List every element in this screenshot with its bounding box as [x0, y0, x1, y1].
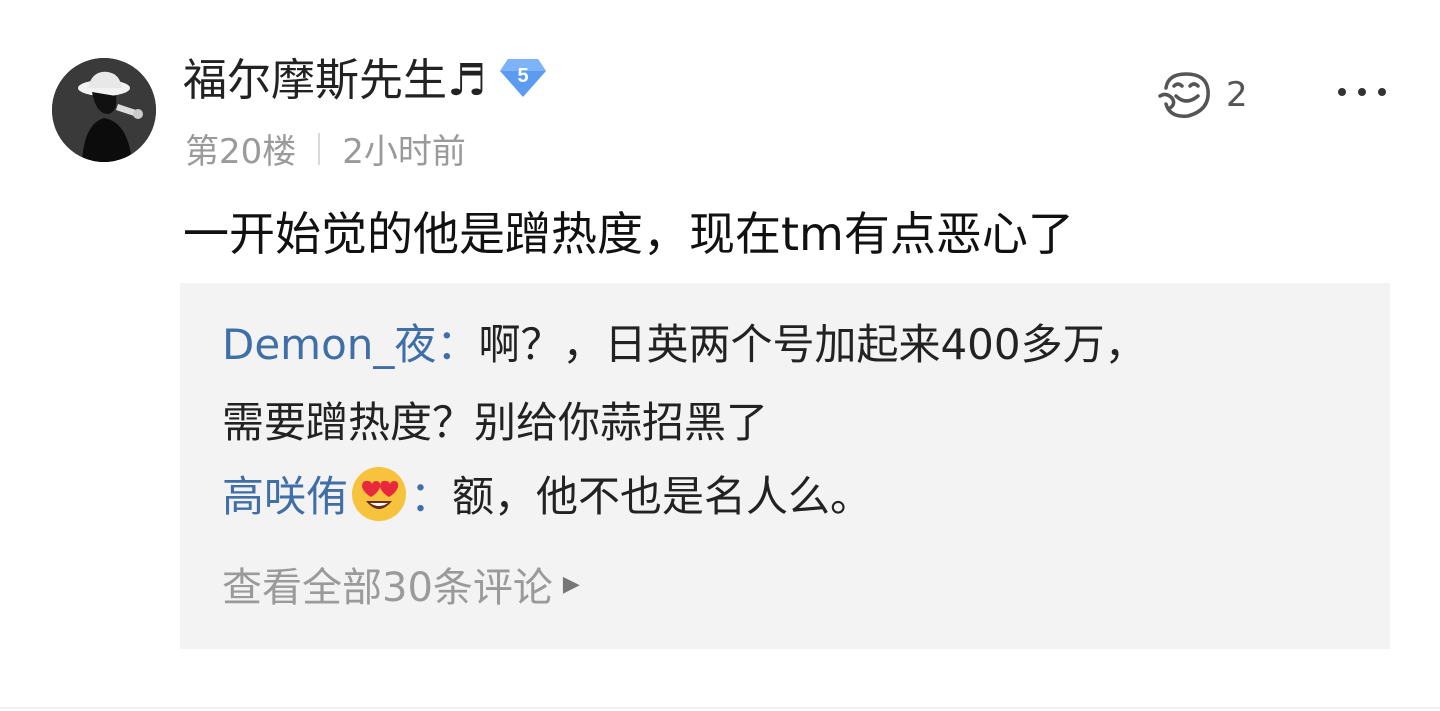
reply-text: 啊？，日英两个号加起来400多万， — [478, 320, 1147, 369]
replies-panel: Demon_夜：啊？，日英两个号加起来400多万， 需要蹭热度？别给你蒜招黑了 … — [180, 283, 1390, 649]
like-button[interactable]: 2 — [1158, 70, 1248, 120]
like-face-icon — [1158, 72, 1210, 118]
reply-separator: ： — [410, 472, 453, 521]
diamond-level-icon[interactable]: 5 — [498, 51, 548, 101]
reply-1-line-2[interactable]: 需要蹭热度？别给你蒜招黑了 — [222, 393, 768, 453]
reply-user-link[interactable]: 高咲侑 — [222, 472, 348, 521]
dot — [1378, 88, 1386, 96]
divider — [0, 707, 1440, 709]
avatar[interactable] — [52, 58, 156, 162]
comment-content: 一开始觉的他是蹭热度，现在tm有点恶心了 — [183, 207, 1074, 261]
like-count: 2 — [1226, 75, 1248, 115]
dot — [1338, 88, 1346, 96]
reply-separator: ： — [436, 320, 479, 369]
dot — [1358, 88, 1366, 96]
reply-text: 需要蹭热度？别给你蒜招黑了 — [222, 398, 769, 447]
level-number: 5 — [518, 65, 529, 87]
meta-divider — [318, 132, 321, 165]
triangle-right-icon: ▶ — [562, 571, 580, 597]
reply-1-line-1[interactable]: Demon_夜：啊？，日英两个号加起来400多万， — [222, 315, 1147, 375]
username[interactable]: 福尔摩斯先生♬ — [183, 44, 486, 108]
more-dots-icon[interactable] — [1338, 78, 1386, 106]
comment-meta: 第20楼 2小时前 — [185, 124, 466, 173]
heart-eyes-emoji-icon — [352, 467, 407, 521]
view-all-label: 查看全部30条评论 — [222, 565, 553, 611]
reply-text: 额，他不也是名人么。 — [452, 472, 873, 521]
username-row: 福尔摩斯先生♬ 5 — [183, 46, 548, 106]
view-all-replies-link[interactable]: 查看全部30条评论 ▶ — [222, 555, 580, 613]
reply-2[interactable]: 高咲侑 ：额，他不也是名人么。 — [222, 465, 872, 527]
reply-user-link[interactable]: Demon_夜 — [222, 320, 436, 369]
avatar-silhouette-icon — [52, 58, 156, 162]
post-time: 2小时前 — [342, 132, 466, 172]
floor-number: 第20楼 — [185, 132, 297, 172]
